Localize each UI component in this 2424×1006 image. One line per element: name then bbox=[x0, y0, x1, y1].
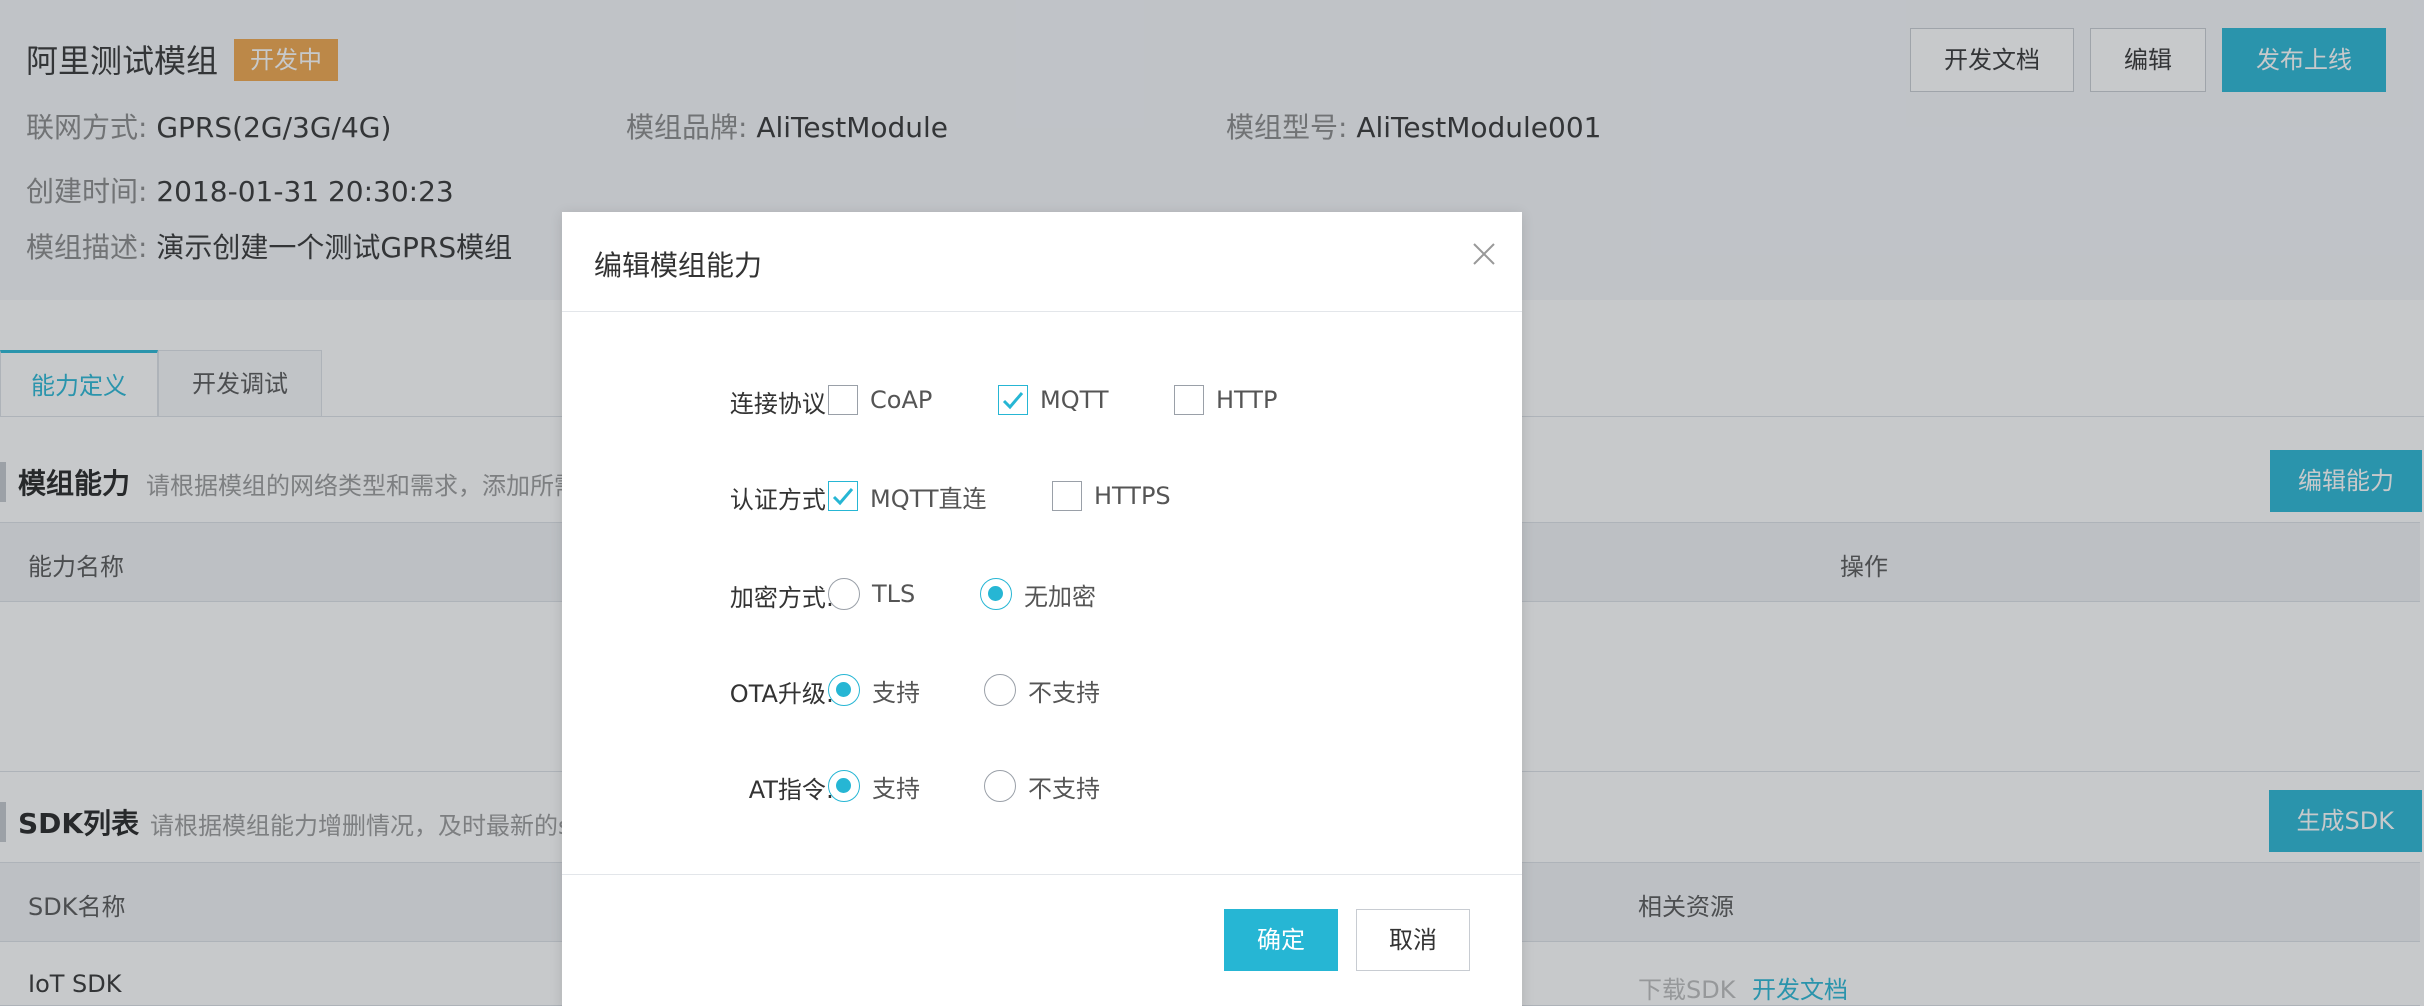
encryption-label: 加密方式: bbox=[729, 584, 834, 612]
at-support-radio[interactable]: 支持 bbox=[828, 764, 920, 808]
mqtt-direct-checkbox[interactable]: MQTT直连 bbox=[828, 474, 987, 518]
ota-support-radio[interactable]: 支持 bbox=[828, 668, 920, 712]
ota-row: OTA升级: 支持 不支持 bbox=[562, 668, 1522, 712]
protocol-label: 连接协议: bbox=[729, 390, 834, 418]
https-checkbox[interactable]: HTTPS bbox=[1052, 474, 1171, 518]
confirm-button[interactable]: 确定 bbox=[1224, 909, 1338, 971]
tls-radio[interactable]: TLS bbox=[828, 572, 915, 616]
no-encryption-label: 无加密 bbox=[1024, 582, 1096, 611]
at-unsupported-label: 不支持 bbox=[1028, 774, 1100, 803]
dialog-title: 编辑模组能力 bbox=[594, 249, 763, 282]
at-command-row: AT指令: 支持 不支持 bbox=[562, 764, 1522, 808]
mqtt-checkbox[interactable]: MQTT bbox=[998, 378, 1109, 422]
at-command-label: AT指令: bbox=[748, 776, 834, 804]
checkbox-box[interactable] bbox=[1052, 481, 1082, 511]
radio-circle[interactable] bbox=[984, 770, 1016, 802]
coap-checkbox[interactable]: CoAP bbox=[828, 378, 932, 422]
http-checkbox[interactable]: HTTP bbox=[1174, 378, 1277, 422]
dialog-header: 编辑模组能力 bbox=[562, 212, 1522, 312]
mqtt-direct-label: MQTT直连 bbox=[870, 484, 987, 513]
mqtt-label: MQTT bbox=[1040, 386, 1109, 414]
tls-label: TLS bbox=[872, 580, 916, 608]
protocol-row: 连接协议: CoAP MQTT HTTP bbox=[562, 378, 1522, 422]
edit-capability-dialog: 编辑模组能力 连接协议: CoAP MQTT HTTP 认证方式: MQTT直连… bbox=[562, 212, 1522, 1006]
dialog-footer: 确定 取消 bbox=[562, 874, 1522, 1006]
auth-row: 认证方式: MQTT直连 HTTPS bbox=[562, 474, 1522, 518]
cancel-button[interactable]: 取消 bbox=[1356, 909, 1470, 971]
radio-circle-selected[interactable] bbox=[828, 770, 860, 802]
ota-label: OTA升级: bbox=[729, 680, 834, 708]
checkbox-box-checked[interactable] bbox=[828, 481, 858, 511]
http-label: HTTP bbox=[1216, 386, 1278, 414]
ota-unsupported-radio[interactable]: 不支持 bbox=[984, 668, 1100, 712]
coap-label: CoAP bbox=[870, 386, 933, 414]
radio-circle[interactable] bbox=[984, 674, 1016, 706]
checkbox-box[interactable] bbox=[1174, 385, 1204, 415]
https-label: HTTPS bbox=[1094, 482, 1171, 510]
close-icon[interactable] bbox=[1470, 240, 1498, 268]
encryption-row: 加密方式: TLS 无加密 bbox=[562, 572, 1522, 616]
check-icon bbox=[832, 488, 854, 506]
radio-circle-selected[interactable] bbox=[980, 578, 1012, 610]
check-icon bbox=[1002, 392, 1024, 410]
ota-support-label: 支持 bbox=[872, 678, 920, 707]
checkbox-box[interactable] bbox=[828, 385, 858, 415]
radio-circle-selected[interactable] bbox=[828, 674, 860, 706]
radio-circle[interactable] bbox=[828, 578, 860, 610]
at-unsupported-radio[interactable]: 不支持 bbox=[984, 764, 1100, 808]
checkbox-box-checked[interactable] bbox=[998, 385, 1028, 415]
auth-label: 认证方式: bbox=[729, 486, 834, 514]
at-support-label: 支持 bbox=[872, 774, 920, 803]
no-encryption-radio[interactable]: 无加密 bbox=[980, 572, 1096, 616]
ota-unsupported-label: 不支持 bbox=[1028, 678, 1100, 707]
